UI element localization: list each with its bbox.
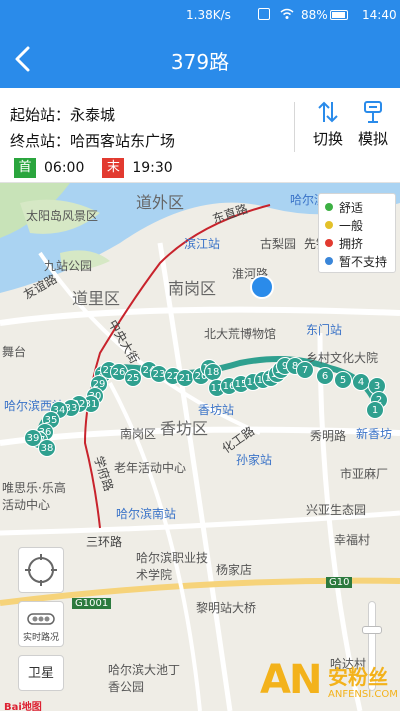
- place-nangang-label: 南岗区: [120, 427, 157, 441]
- place-xiangfang-station: 香坊站: [198, 403, 235, 417]
- place-yangjiadian: 杨家店: [216, 563, 253, 577]
- legend-item: 暂不支持: [325, 252, 389, 270]
- switch-label: 切换: [312, 130, 343, 148]
- site-watermark: AN 安粉丝 ANFENSI.COM: [260, 653, 400, 711]
- satellite-toggle-button[interactable]: 卫星: [18, 655, 64, 691]
- place-harbin-south: 哈尔滨南站: [116, 507, 177, 521]
- route-map[interactable]: 道外区 道里区 南岗区 香坊区 东直路 友谊路 中央大街 学府路 三环路 G10…: [0, 183, 400, 711]
- legend-dot-green: [325, 203, 333, 211]
- simulate-button[interactable]: 模拟: [353, 100, 393, 149]
- district-xiangfang: 香坊区: [160, 419, 209, 438]
- place-taiyangdao: 太阳岛风景区: [26, 209, 99, 223]
- simulate-label: 模拟: [357, 130, 388, 148]
- start-station: 起始站：永泰城: [10, 106, 116, 124]
- watermark-en: ANFENSI.COM: [328, 689, 398, 700]
- place-sunjia-station: 孙家站: [236, 453, 273, 467]
- route-info-panel: 起始站：永泰城 终点站：哈西客站东广场 首 06:00 末 19:30 切换 模拟: [0, 88, 400, 183]
- place-guliyuan: 古梨园: [260, 237, 297, 251]
- district-daowai: 道外区: [136, 193, 185, 212]
- place-linen-factory: 市亚麻厂: [340, 467, 389, 481]
- road-g1001: G1001: [72, 598, 112, 609]
- place-beidahuang-museum: 北大荒博物馆: [204, 327, 277, 341]
- first-bus-tag: 首: [14, 158, 36, 178]
- district-nangang: 南岗区: [168, 279, 217, 298]
- wifi-icon: [280, 8, 294, 19]
- road-g10: G10: [326, 577, 353, 588]
- legend-dot-red: [325, 239, 333, 247]
- stop-marker[interactable]: 39: [24, 429, 42, 447]
- watermark-cn: 安粉丝: [328, 665, 388, 689]
- network-speed: 1.38K/s: [186, 8, 231, 22]
- traffic-label: 实时路况: [22, 633, 59, 643]
- place-liming-bridge: 黎明站大桥: [196, 601, 257, 615]
- place-village-culture: 乡村文化大院: [306, 351, 379, 365]
- stop-marker[interactable]: 4: [352, 373, 370, 391]
- place-jiuzhan-park: 九站公园: [44, 259, 93, 273]
- legend-dot-blue: [325, 257, 333, 265]
- battery-percent: 88%: [301, 8, 328, 22]
- place-elderly-center: 老年活动中心: [114, 461, 187, 475]
- end-station: 终点站：哈西客站东广场: [10, 132, 176, 150]
- place-dongmen-station: 东门站: [306, 323, 343, 337]
- bus-stop-sign-icon: [364, 101, 382, 123]
- last-bus-time: 19:30: [132, 160, 173, 176]
- crosshair-icon: [25, 554, 57, 586]
- stop-marker[interactable]: 1: [366, 401, 384, 419]
- legend-item: 一般: [325, 216, 389, 234]
- legend-item: 舒适: [325, 198, 389, 216]
- road-sanhuan: 三环路: [86, 535, 123, 549]
- legend-item: 拥挤: [325, 234, 389, 252]
- locate-button[interactable]: [18, 547, 64, 593]
- watermark-logo: AN: [260, 657, 322, 703]
- stop-marker[interactable]: 6: [316, 367, 334, 385]
- place-binjiang-station: 滨江站: [184, 237, 221, 251]
- stop-marker[interactable]: 18: [204, 363, 222, 381]
- divider: [294, 102, 295, 152]
- sim-icon: [258, 8, 270, 20]
- stop-marker[interactable]: 7: [296, 361, 314, 379]
- place-dachi-park: 哈尔滨大池丁香公园: [108, 663, 181, 694]
- place-xingya-park: 兴亚生态园: [306, 503, 367, 517]
- place-xinxiangfang: 新香坊: [356, 427, 393, 441]
- traffic-toggle-button[interactable]: 实时路况: [18, 601, 64, 647]
- first-bus-time: 06:00: [44, 160, 85, 176]
- legend-dot-yellow: [325, 221, 333, 229]
- traffic-light-icon: [27, 613, 55, 625]
- place-xingfu-village: 幸福村: [334, 533, 371, 547]
- swap-arrows-icon: [318, 101, 338, 123]
- battery-icon: [330, 10, 348, 20]
- baidu-logo: Bai地图: [4, 702, 42, 711]
- place-vocational-college: 哈尔滨职业技术学院: [136, 551, 209, 582]
- service-hours: 首 06:00 末 19:30: [14, 158, 191, 178]
- clock: 14:40: [362, 8, 397, 22]
- stop-marker[interactable]: 5: [334, 371, 352, 389]
- zoom-slider-handle[interactable]: [362, 626, 382, 634]
- switch-direction-button[interactable]: 切换: [308, 100, 348, 149]
- last-bus-tag: 末: [102, 158, 125, 178]
- place-lego-center: 唯思乐·乐高活动中心: [2, 481, 66, 512]
- title-bar: 379路: [0, 30, 400, 88]
- status-bar: 1.38K/s 88% 14:40: [0, 0, 400, 30]
- bus-station-pin-icon[interactable]: [250, 275, 274, 299]
- district-daoli: 道里区: [72, 289, 121, 308]
- place-stage: 舞台: [2, 345, 27, 359]
- crowding-legend: 舒适 一般 拥挤 暂不支持: [318, 193, 396, 273]
- place-xiuming-road: 秀明路: [310, 429, 347, 443]
- page-title: 379路: [170, 50, 230, 74]
